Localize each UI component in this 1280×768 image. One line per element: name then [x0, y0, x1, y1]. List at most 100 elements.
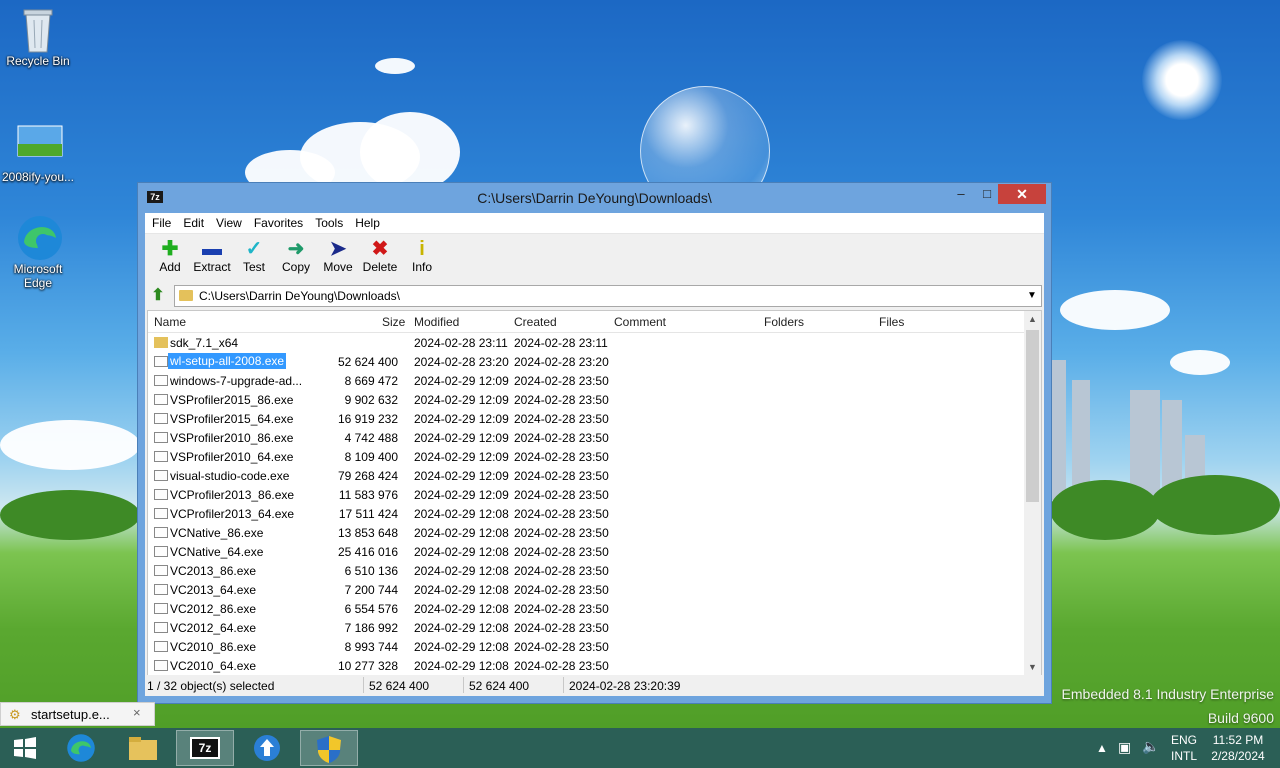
exe-file-icon	[154, 660, 168, 671]
file-modified: 2024-02-29 12:08	[414, 526, 509, 540]
file-size: 7 200 744	[344, 583, 398, 597]
desktop-icon-edge[interactable]: Microsoft Edge	[0, 214, 76, 290]
language-indicator-top[interactable]: ENG	[1171, 733, 1197, 747]
maximize-button[interactable]: □	[974, 184, 1000, 204]
file-name: sdk_7.1_x64	[170, 336, 239, 350]
clock-time[interactable]: 11:52 PM	[1208, 733, 1268, 747]
delete-button[interactable]: ✖ Delete	[359, 234, 401, 282]
sun-decoration	[1142, 40, 1222, 120]
table-row[interactable]: VC2010_64.exe 10 277 328 2024-02-29 12:08 2…	[148, 656, 1041, 675]
file-modified: 2024-02-29 12:08	[414, 545, 509, 559]
column-modified[interactable]: Modified	[414, 315, 459, 329]
menu-file[interactable]: File	[146, 213, 177, 233]
title-bar[interactable]: 7z C:\Users\Darrin DeYoung\Downloads\ – …	[138, 183, 1051, 213]
scroll-down-arrow[interactable]: ▼	[1024, 662, 1041, 672]
column-size[interactable]: Size	[382, 315, 405, 329]
file-name: VCNative_64.exe	[170, 545, 264, 559]
copy-button[interactable]: ➜ Copy	[275, 234, 317, 282]
file-name: VCNative_86.exe	[170, 526, 264, 540]
move-button[interactable]: ➤ Move	[317, 234, 359, 282]
menu-tools[interactable]: Tools	[309, 213, 349, 233]
address-combobox[interactable]: C:\Users\Darrin DeYoung\Downloads\ ▼	[174, 284, 1042, 307]
table-row[interactable]: VCNative_86.exe 13 853 648 2024-02-29 12:0…	[148, 523, 1041, 542]
table-row[interactable]: VSProfiler2015_64.exe 16 919 232 2024-02-2…	[148, 409, 1041, 428]
file-size: 10 277 328	[337, 659, 398, 673]
status-divider	[363, 677, 364, 693]
minimize-button[interactable]: –	[948, 184, 974, 204]
network-icon[interactable]: ▣	[1118, 739, 1131, 756]
delete-label: Delete	[362, 260, 398, 274]
table-row[interactable]: windows-7-upgrade-ad... 8 669 472 2024-02-…	[148, 371, 1041, 390]
download-notification[interactable]: ⚙ startsetup.e... ×	[0, 702, 155, 726]
table-row[interactable]: VC2013_64.exe 7 200 744 2024-02-29 12:08 20…	[148, 580, 1041, 599]
test-label: Test	[242, 260, 265, 274]
file-name: visual-studio-code.exe	[170, 469, 290, 483]
table-row[interactable]: VSProfiler2015_86.exe 9 902 632 2024-02-29…	[148, 390, 1041, 409]
taskbar-7zip[interactable]: 7z	[176, 730, 234, 766]
menu-help[interactable]: Help	[349, 213, 386, 233]
exe-file-icon	[154, 470, 168, 481]
tree	[1150, 475, 1280, 535]
table-row[interactable]: sdk_7.1_x64 2024-02-28 23:11 2024-02-28 23…	[148, 333, 1041, 352]
language-indicator-bottom[interactable]: INTL	[1171, 749, 1197, 763]
file-size: 25 416 016	[337, 545, 398, 559]
table-row[interactable]: VC2012_64.exe 7 186 992 2024-02-29 12:08 20…	[148, 618, 1041, 637]
taskbar-shield-app[interactable]	[300, 730, 358, 766]
file-modified: 2024-02-29 12:09	[414, 431, 509, 445]
column-created[interactable]: Created	[514, 315, 557, 329]
volume-icon[interactable]: 🔈	[1142, 738, 1159, 755]
scroll-thumb[interactable]	[1026, 330, 1039, 502]
status-divider	[463, 677, 464, 693]
file-size: 8 669 472	[344, 374, 398, 388]
file-name: wl-setup-all-2008.exe	[168, 353, 287, 369]
notification-close-icon[interactable]: ×	[133, 705, 141, 720]
up-folder-icon[interactable]: ⬆	[147, 285, 169, 307]
table-row[interactable]: VCProfiler2013_64.exe 17 511 424 2024-02-2…	[148, 504, 1041, 523]
table-row[interactable]: VSProfiler2010_86.exe 4 742 488 2024-02-29…	[148, 428, 1041, 447]
table-row[interactable]: visual-studio-code.exe 79 268 424 2024-02-…	[148, 466, 1041, 485]
file-size: 17 511 424	[338, 507, 398, 521]
extract-button[interactable]: ▬ Extract	[191, 234, 233, 282]
menu-favorites[interactable]: Favorites	[248, 213, 309, 233]
clock-date[interactable]: 2/28/2024	[1206, 749, 1270, 763]
file-rows: sdk_7.1_x64 2024-02-28 23:11 2024-02-28 23…	[148, 333, 1041, 675]
table-row[interactable]: VCNative_64.exe 25 416 016 2024-02-29 12:0…	[148, 542, 1041, 561]
column-comment[interactable]: Comment	[614, 315, 666, 329]
file-size: 8 109 400	[344, 450, 398, 464]
file-size: 7 186 992	[344, 621, 398, 635]
table-row[interactable]: wl-setup-all-2008.exe 52 624 400 2024-02-2…	[148, 352, 1041, 371]
exe-file-icon	[154, 565, 168, 576]
vertical-scrollbar[interactable]: ▲ ▼	[1024, 311, 1041, 675]
show-hidden-icons-chevron-icon[interactable]: ▲	[1096, 741, 1108, 755]
test-button[interactable]: ✓ Test	[233, 234, 275, 282]
add-button[interactable]: ✚ Add	[149, 234, 191, 282]
desktop-icon-recycle-bin[interactable]: Recycle Bin	[0, 6, 76, 68]
file-modified: 2024-02-29 12:08	[414, 507, 509, 521]
address-text: C:\Users\Darrin DeYoung\Downloads\	[199, 288, 400, 303]
status-date: 2024-02-28 23:20:39	[569, 679, 681, 693]
table-row[interactable]: VSProfiler2010_64.exe 8 109 400 2024-02-29…	[148, 447, 1041, 466]
close-button[interactable]: ✕	[998, 184, 1046, 204]
column-name[interactable]: Name	[154, 315, 186, 329]
menu-edit[interactable]: Edit	[177, 213, 210, 233]
taskbar-update[interactable]	[238, 730, 296, 766]
start-button[interactable]	[0, 730, 50, 766]
file-created: 2024-02-28 23:50	[514, 545, 609, 559]
desktop-icon-image-file[interactable]: 2008ify-you...	[0, 122, 76, 184]
column-folders[interactable]: Folders	[764, 315, 804, 329]
info-button[interactable]: i Info	[401, 234, 443, 282]
table-row[interactable]: VC2010_86.exe 8 993 744 2024-02-29 12:08 20…	[148, 637, 1041, 656]
chevron-down-icon[interactable]: ▼	[1023, 290, 1041, 301]
taskbar-edge[interactable]	[52, 730, 110, 766]
7zip-file-manager-window: 7z C:\Users\Darrin DeYoung\Downloads\ – …	[137, 182, 1052, 704]
file-size: 52 624 400	[337, 355, 398, 369]
scroll-up-arrow[interactable]: ▲	[1024, 314, 1041, 324]
menu-view[interactable]: View	[210, 213, 248, 233]
table-row[interactable]: VC2013_86.exe 6 510 136 2024-02-29 12:08 20…	[148, 561, 1041, 580]
info-label: Info	[411, 260, 432, 274]
table-row[interactable]: VCProfiler2013_86.exe 11 583 976 2024-02-2…	[148, 485, 1041, 504]
taskbar-file-explorer[interactable]	[114, 730, 172, 766]
column-files[interactable]: Files	[879, 315, 904, 329]
table-row[interactable]: VC2012_86.exe 6 554 576 2024-02-29 12:08 20…	[148, 599, 1041, 618]
file-name: VC2012_64.exe	[170, 621, 257, 635]
